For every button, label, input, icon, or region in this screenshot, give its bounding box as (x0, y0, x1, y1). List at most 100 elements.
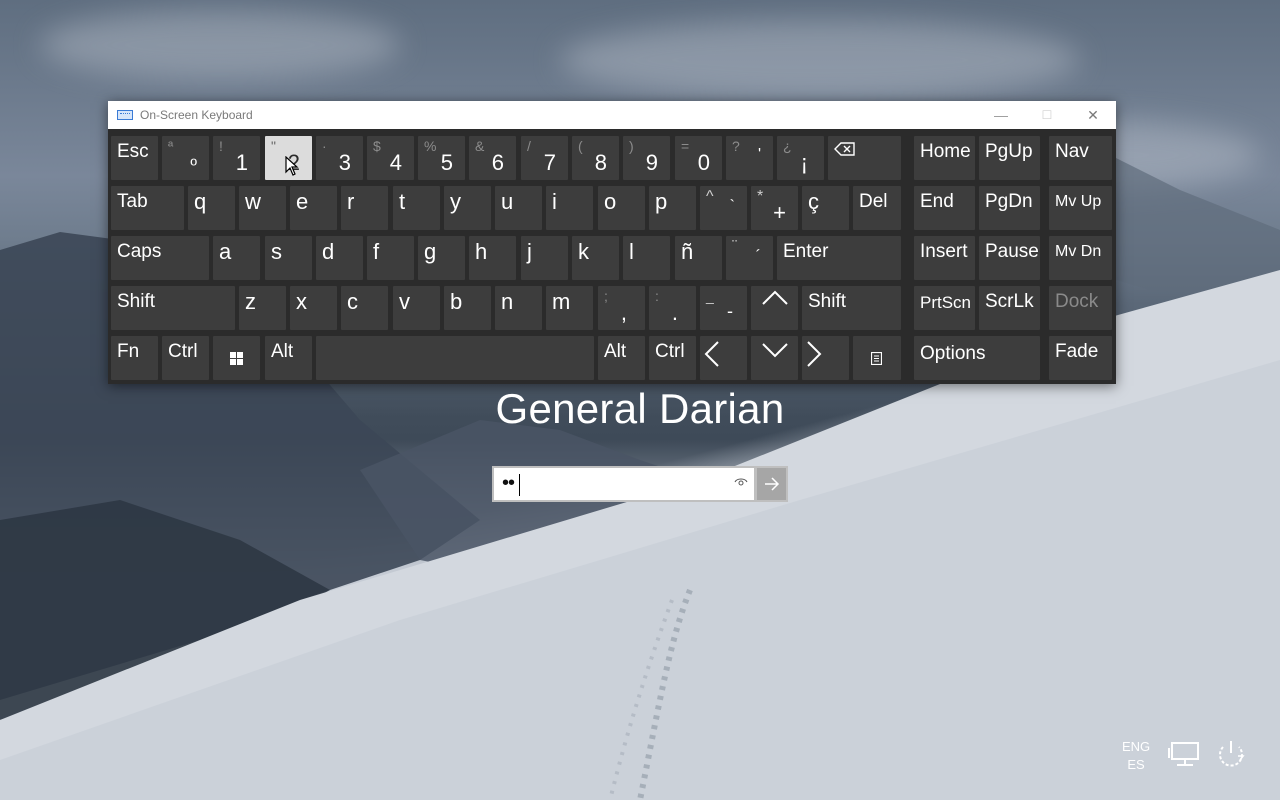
key-insert[interactable]: Insert (914, 236, 975, 280)
key-arrow-left[interactable] (700, 336, 747, 380)
key-comma[interactable]: ;, (598, 286, 645, 330)
key-v[interactable]: v (393, 286, 440, 330)
lang-primary: ENG (1122, 739, 1151, 754)
close-button[interactable]: ✕ (1070, 101, 1116, 129)
key-d[interactable]: d (316, 236, 363, 280)
key-m[interactable]: m (546, 286, 593, 330)
key-enye[interactable]: ñ (675, 236, 722, 280)
key-2[interactable]: " 2 (265, 136, 312, 180)
power-icon[interactable] (1214, 739, 1248, 769)
key-caps[interactable]: Caps (111, 236, 209, 280)
key-windows[interactable] (213, 336, 260, 380)
key-7[interactable]: /7 (521, 136, 568, 180)
network-icon[interactable] (1168, 740, 1202, 768)
key-4[interactable]: $4 (367, 136, 414, 180)
key-arrow-down[interactable] (751, 336, 798, 380)
key-space[interactable] (316, 336, 594, 380)
key-end[interactable]: End (914, 186, 975, 230)
key-del[interactable]: Del (853, 186, 901, 230)
key-period[interactable]: :. (649, 286, 696, 330)
key-shift-left[interactable]: Shift (111, 286, 235, 330)
key-pgup[interactable]: PgUp (979, 136, 1040, 180)
key-0[interactable]: = 0 (675, 136, 722, 180)
key-h[interactable]: h (469, 236, 516, 280)
key-arrow-right[interactable] (802, 336, 849, 380)
window-title: On-Screen Keyboard (140, 108, 253, 122)
key-6[interactable]: & 6 (469, 136, 516, 180)
key-w[interactable]: w (239, 186, 286, 230)
reveal-password-eye-icon[interactable] (734, 477, 748, 487)
key-e[interactable]: e (290, 186, 337, 230)
key-backspace[interactable] (828, 136, 901, 180)
key-acute[interactable]: ¨ ´ (726, 236, 773, 280)
key-ctrl-right[interactable]: Ctrl (649, 336, 696, 380)
key-c[interactable]: c (341, 286, 388, 330)
key-k[interactable]: k (572, 236, 619, 280)
key-b[interactable]: b (444, 286, 491, 330)
key-tab[interactable]: Tab (111, 186, 184, 230)
key-x[interactable]: x (290, 286, 337, 330)
key-plus[interactable]: * + (751, 186, 798, 230)
key-8[interactable]: (8 (572, 136, 619, 180)
key-i[interactable]: i (546, 186, 593, 230)
key-n[interactable]: n (495, 286, 542, 330)
key-3[interactable]: · 3 (316, 136, 363, 180)
key-inverted-exclamation[interactable]: ¿ ¡ (777, 136, 824, 180)
key-prtscn[interactable]: PrtScn (914, 286, 975, 330)
key-t[interactable]: t (393, 186, 440, 230)
keyboard-icon (117, 110, 133, 120)
submit-button[interactable] (755, 466, 788, 502)
key-arrow-up[interactable] (751, 286, 798, 330)
user-name: General Darian (495, 385, 785, 432)
mouse-cursor-icon (285, 156, 299, 176)
arrow-right-icon (807, 341, 822, 367)
key-ctrl-left[interactable]: Ctrl (162, 336, 209, 380)
key-enter[interactable]: Enter (777, 236, 901, 280)
key-grave[interactable]: ^ ` (700, 186, 747, 230)
key-mvdn[interactable]: Mv Dn (1049, 236, 1112, 280)
key-fn[interactable]: Fn (111, 336, 158, 380)
key-f[interactable]: f (367, 236, 414, 280)
key-ordinal[interactable]: ªº (162, 136, 209, 180)
key-l[interactable]: l (623, 236, 670, 280)
key-1[interactable]: ! 1 (213, 136, 260, 180)
key-p[interactable]: p (649, 186, 696, 230)
key-options[interactable]: Options (914, 336, 1040, 380)
key-alt-right[interactable]: Alt (598, 336, 645, 380)
password-mask: •• (502, 472, 515, 494)
key-r[interactable]: r (341, 186, 388, 230)
key-menu[interactable] (853, 336, 901, 380)
key-s[interactable]: s (265, 236, 312, 280)
key-5[interactable]: % 5 (418, 136, 465, 180)
key-alt-left[interactable]: Alt (265, 336, 312, 380)
password-field[interactable]: •• (492, 466, 756, 502)
key-9[interactable]: ) 9 (623, 136, 670, 180)
key-z[interactable]: z (239, 286, 286, 330)
windows-logo-icon (230, 352, 243, 365)
maximize-button[interactable]: ☐ (1024, 101, 1070, 129)
key-home[interactable]: Home (914, 136, 975, 180)
key-nav[interactable]: Nav (1049, 136, 1112, 180)
language-indicator[interactable]: ENG ES (1122, 738, 1150, 774)
key-g[interactable]: g (418, 236, 465, 280)
key-esc[interactable]: Esc (111, 136, 158, 180)
key-j[interactable]: j (521, 236, 568, 280)
key-shift-right[interactable]: Shift (802, 286, 901, 330)
osk-titlebar[interactable]: On-Screen Keyboard — ☐ ✕ (108, 101, 1116, 129)
key-dash[interactable]: _ - (700, 286, 747, 330)
key-dock: Dock (1049, 286, 1112, 330)
key-a[interactable]: a (213, 236, 260, 280)
key-cedilla[interactable]: ç (802, 186, 849, 230)
key-pgdn[interactable]: PgDn (979, 186, 1040, 230)
key-scrlk[interactable]: ScrLk (979, 286, 1040, 330)
key-fade[interactable]: Fade (1049, 336, 1112, 380)
key-y[interactable]: y (444, 186, 491, 230)
key-o[interactable]: o (598, 186, 645, 230)
key-q[interactable]: q (188, 186, 235, 230)
minimize-button[interactable]: — (978, 101, 1024, 129)
key-apostrophe[interactable]: ? ' (726, 136, 773, 180)
arrow-right-submit-icon (764, 477, 779, 491)
key-pause[interactable]: Pause (979, 236, 1040, 280)
key-u[interactable]: u (495, 186, 542, 230)
key-mvup[interactable]: Mv Up (1049, 186, 1112, 230)
